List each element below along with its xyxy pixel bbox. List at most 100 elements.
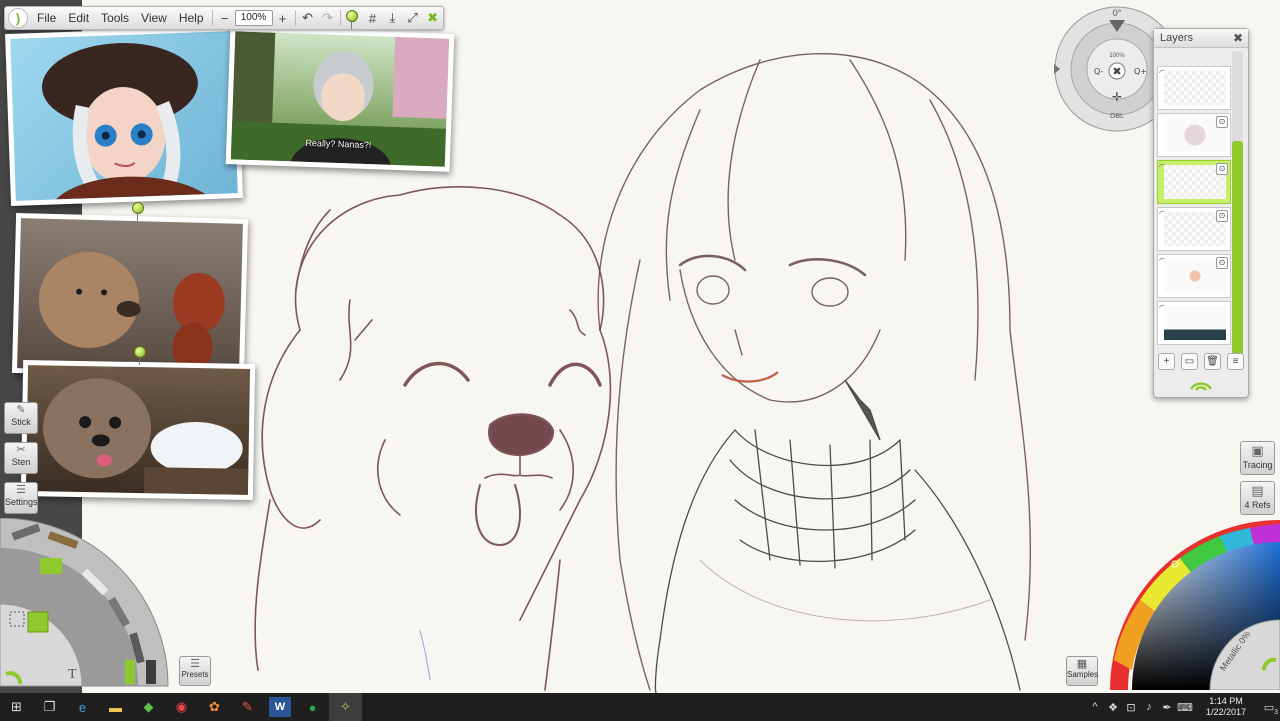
photos-icon[interactable]: ◆ <box>132 693 165 721</box>
separator <box>294 10 296 26</box>
pencil-app-icon[interactable]: ✎ <box>231 693 264 721</box>
settings-icon: ☰ <box>16 484 26 496</box>
menu-file[interactable]: File <box>31 7 62 29</box>
reference-photo-girl-fur-hat[interactable] <box>5 26 243 206</box>
layer-thumbnail <box>1164 71 1226 105</box>
zoom-out-button[interactable]: − <box>215 8 235 28</box>
layers-panel: Layers ✖ ◠ ⊙ ◠ ⊙ ◠ ⊙ ◠ ⊙ ◠ + ▭ 🗑 ≡ <box>1153 28 1249 398</box>
chevron-up-icon[interactable]: ^ <box>1086 701 1104 713</box>
tracing-label: Tracing <box>1242 460 1273 470</box>
layers-panel-header[interactable]: Layers ✖ <box>1154 29 1248 48</box>
poodles-image <box>38 251 225 373</box>
layer-item[interactable]: ◠ <box>1157 66 1231 110</box>
file-explorer-icon[interactable]: ▬ <box>99 693 132 721</box>
windows-icon[interactable]: ⊞ <box>0 693 33 721</box>
presets-button[interactable]: ☰ Presets <box>179 656 211 686</box>
tracing-icon: ▣ <box>1251 443 1264 458</box>
notifications-icon[interactable]: ▭ 3 <box>1258 701 1280 716</box>
stencil-icon: ✂ <box>16 444 26 456</box>
menu-edit[interactable]: Edit <box>62 7 95 29</box>
grid-icon[interactable]: # <box>363 8 383 28</box>
nav-zoom-level: 100% <box>1109 53 1125 59</box>
layer-thumbnail <box>1164 306 1226 340</box>
redo-icon[interactable]: ↷ <box>318 8 338 28</box>
girl-portrait-image <box>41 43 206 201</box>
layer-item[interactable]: ◠ ⊙ <box>1157 254 1231 298</box>
menu-view[interactable]: View <box>135 7 173 29</box>
close-toolbar-icon[interactable]: ✖ <box>423 8 443 28</box>
menu-help[interactable]: Help <box>173 7 210 29</box>
windows-taskbar: ⊞ ❐ e ▬ ◆ ◉ ✿ ✎ W ● ✧ ^ ❖ ⊡ ♪ ✒ ⌨ 1:14 P… <box>0 693 1280 721</box>
volume-icon[interactable]: ♪ <box>1140 701 1158 713</box>
settings-button[interactable]: ☰ Settings <box>4 482 38 514</box>
settings-label: Settings <box>5 497 38 507</box>
transform-tool-icon[interactable] <box>27 611 49 633</box>
delete-layer-icon[interactable]: 🗑 <box>1204 353 1221 370</box>
menu-tools[interactable]: Tools <box>95 7 135 29</box>
lock-icon[interactable]: ⊙ <box>1216 257 1228 269</box>
flip-label: OBL <box>1110 113 1124 120</box>
references-button[interactable]: ▤ 4 Refs <box>1240 481 1275 515</box>
reference-photo-cartoon-dog[interactable] <box>20 359 256 501</box>
add-layer-icon[interactable]: + <box>1158 353 1175 370</box>
system-tray: ^ ❖ ⊡ ♪ ✒ ⌨ 1:14 PM 1/22/2017 ▭ 3 <box>1086 693 1280 721</box>
layer-item-selected[interactable]: ◠ ⊙ <box>1157 160 1231 204</box>
zoom-in-button[interactable]: + <box>273 8 293 28</box>
samples-button[interactable]: ▦ Samples <box>1066 656 1098 686</box>
text-tool-icon[interactable]: T <box>68 667 77 682</box>
fullscreen-icon[interactable]: ⤢ <box>403 8 423 28</box>
zoom-in-icon[interactable]: Q+ <box>1134 67 1147 76</box>
separator <box>339 10 341 26</box>
stencil-label: Sten <box>11 457 31 467</box>
presets-label: Presets <box>181 670 209 679</box>
layers-scrollbar[interactable] <box>1232 51 1243 369</box>
tool-picker-wheel[interactable]: T <box>0 518 172 693</box>
layer-item[interactable]: ◠ ⊙ <box>1157 207 1231 251</box>
clock[interactable]: 1:14 PM 1/22/2017 <box>1194 696 1258 718</box>
cartoon-dog-image <box>43 378 249 495</box>
keyboard-icon[interactable]: ⌨ <box>1176 701 1194 714</box>
task-view-icon[interactable]: ❐ <box>33 693 66 721</box>
layer-item[interactable]: ◠ <box>1157 301 1231 345</box>
pin-icon <box>346 10 358 29</box>
zoom-field[interactable]: 100% <box>234 10 273 26</box>
pin-icon <box>134 346 146 365</box>
tracing-button[interactable]: ▣ Tracing <box>1240 441 1275 475</box>
artrage-logo-icon[interactable]: ) <box>8 8 28 28</box>
main-toolbar: ) File Edit Tools View Help − 100% + ↶ ↷… <box>4 6 444 30</box>
chrome-icon[interactable]: ◉ <box>165 693 198 721</box>
references-icon: ▤ <box>1251 483 1264 498</box>
layers-title: Layers <box>1160 32 1194 44</box>
pan-icon[interactable]: ✛ <box>1112 90 1122 104</box>
lock-icon[interactable]: ⊙ <box>1216 210 1228 222</box>
hangouts-icon[interactable]: ● <box>296 693 329 721</box>
samples-icon: ▦ <box>1076 658 1088 670</box>
notification-count: 3 <box>1274 708 1278 716</box>
rotation-angle: 0° <box>1113 8 1122 18</box>
edge-icon[interactable]: e <box>66 693 99 721</box>
artrage-icon[interactable]: ✧ <box>329 693 362 721</box>
paint-icon[interactable]: ✿ <box>198 693 231 721</box>
color-picker-wheel[interactable] <box>1100 520 1280 690</box>
reference-photo-poodles[interactable] <box>11 212 249 380</box>
layer-group-icon[interactable]: ▭ <box>1181 353 1198 370</box>
reference-photo-anime-screenshot[interactable]: Really? Nanas?! <box>225 26 455 172</box>
layers-scroll-thumb[interactable] <box>1232 141 1243 356</box>
network-icon[interactable]: ⊡ <box>1122 701 1140 714</box>
word-icon[interactable]: W <box>269 697 291 717</box>
pen-icon[interactable]: ✒ <box>1158 701 1176 714</box>
stencil-button[interactable]: ✂ Sten <box>4 442 38 474</box>
zoom-out-icon[interactable]: Q- <box>1094 67 1104 76</box>
pin-icon <box>132 202 144 221</box>
layer-item[interactable]: ⊙ <box>1157 113 1231 157</box>
wifi-handle-icon[interactable] <box>1186 379 1216 391</box>
close-icon[interactable]: ✖ <box>1233 29 1243 47</box>
separator <box>211 10 213 26</box>
download-icon[interactable]: ⤓ <box>383 8 403 28</box>
sticker-button[interactable]: ✎ Stick <box>4 402 38 434</box>
lock-icon[interactable]: ⊙ <box>1216 163 1228 175</box>
dropbox-icon[interactable]: ❖ <box>1104 701 1122 714</box>
undo-icon[interactable]: ↶ <box>298 8 318 28</box>
lock-icon[interactable]: ⊙ <box>1216 116 1228 128</box>
layer-menu-icon[interactable]: ≡ <box>1227 353 1244 370</box>
